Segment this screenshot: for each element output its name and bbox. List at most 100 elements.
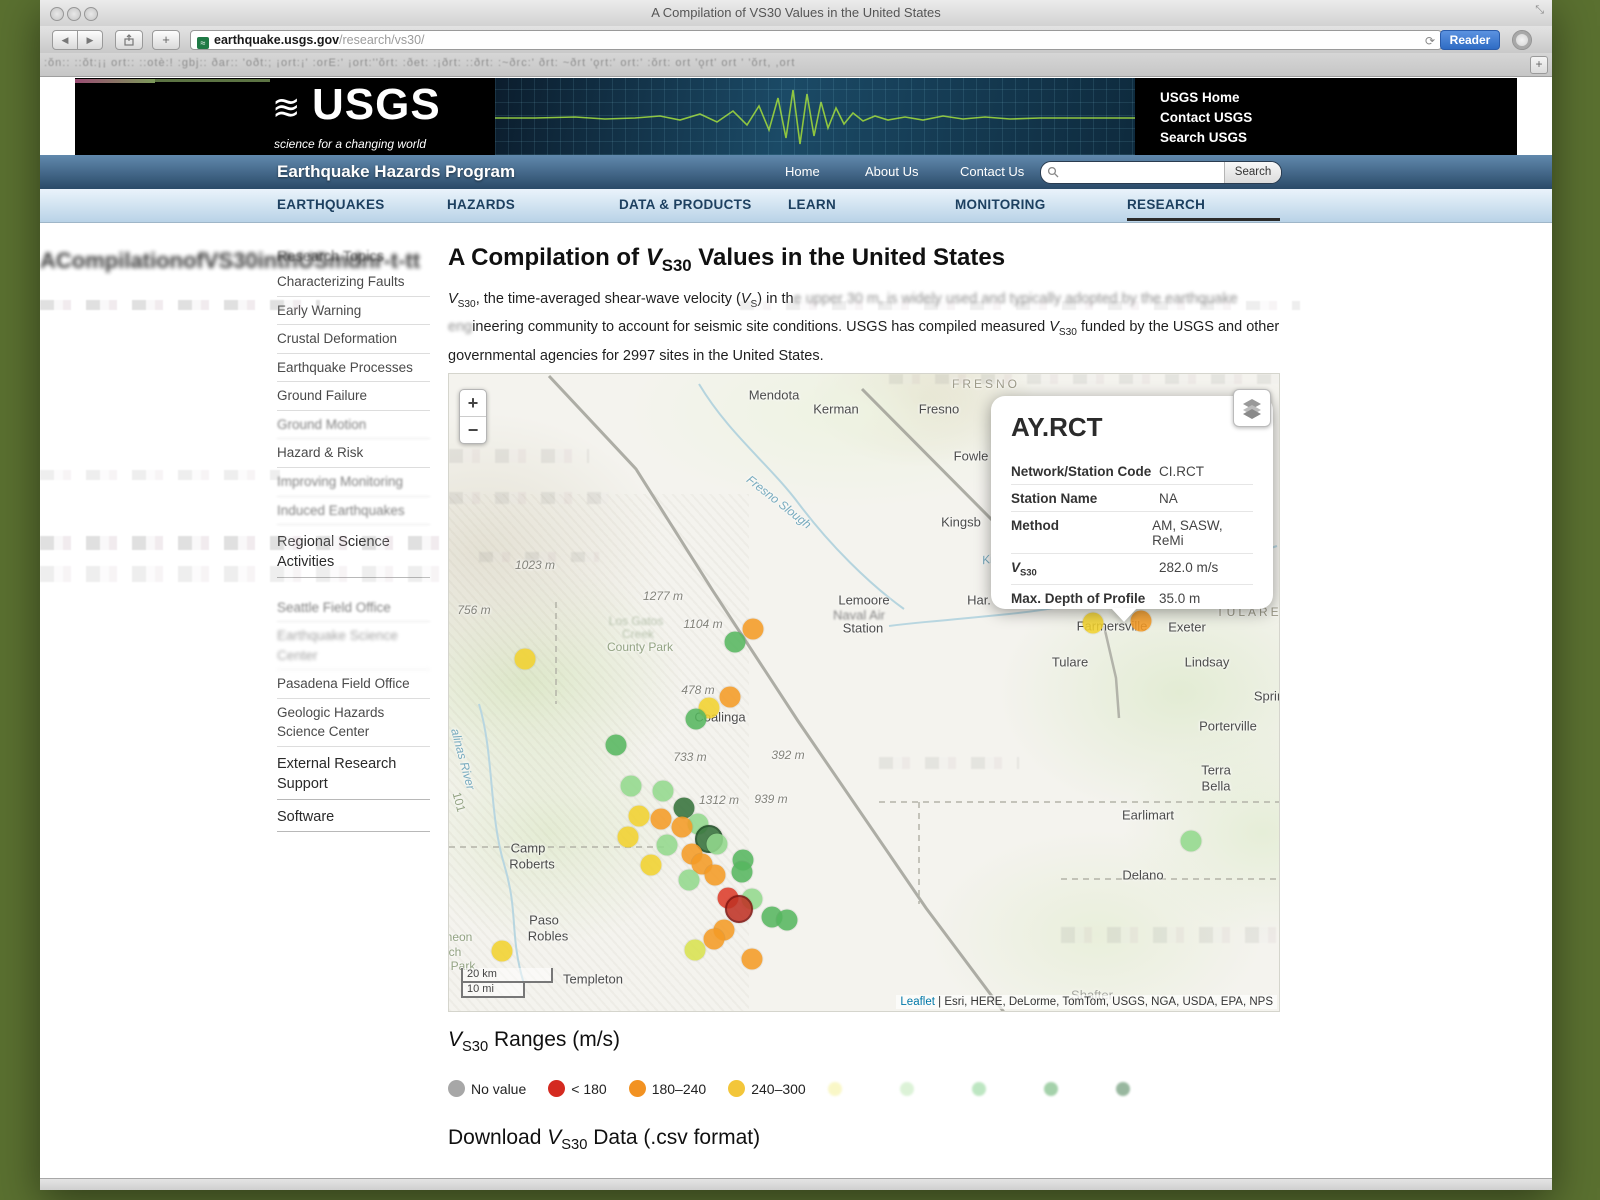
forward-button[interactable]: ▶: [78, 30, 103, 50]
site-favicon-icon: ≈: [197, 37, 209, 49]
station-marker[interactable]: [629, 806, 650, 827]
tab-data-products[interactable]: DATA & PRODUCTS: [619, 197, 752, 212]
usgs-header-link[interactable]: Contact USGS: [1160, 108, 1252, 128]
search-input[interactable]: [1041, 162, 1224, 183]
tab-learn[interactable]: LEARN: [788, 197, 836, 212]
map-label-ch: ch: [449, 945, 462, 959]
sidebar-item-early-warning[interactable]: Early Warning: [277, 297, 430, 326]
sidebar-item-earthquake-science-center[interactable]: Earthquake Science Center: [277, 622, 430, 670]
station-marker[interactable]: [686, 709, 707, 730]
zoom-in-button[interactable]: +: [460, 390, 486, 417]
station-marker[interactable]: [685, 940, 706, 961]
station-marker[interactable]: [657, 835, 678, 856]
sidebar-item-crustal-deformation[interactable]: Crustal Deformation: [277, 325, 430, 354]
station-marker[interactable]: [704, 929, 725, 950]
station-marker[interactable]: [618, 827, 639, 848]
legend-item: [828, 1082, 842, 1096]
tab-monitoring[interactable]: MONITORING: [955, 197, 1046, 212]
sidebar-spacer: [277, 578, 430, 594]
nav-link[interactable]: Home: [785, 164, 820, 179]
back-button[interactable]: ◀: [52, 30, 78, 50]
layers-control[interactable]: [1233, 389, 1271, 427]
downloads-button[interactable]: [1512, 30, 1532, 50]
station-marker[interactable]: [707, 834, 728, 855]
station-marker[interactable]: [725, 895, 753, 923]
legend-item: No value: [448, 1080, 526, 1097]
sidebar-item-geologic-hazards-science-center[interactable]: Geologic Hazards Science Center: [277, 699, 430, 747]
map-label-sprin: Sprin: [1254, 689, 1280, 704]
station-marker[interactable]: [679, 870, 700, 891]
map-label-1277-m: 1277 m: [643, 589, 683, 603]
popup-row: Max. Depth of Profile35.0 m: [1011, 585, 1253, 611]
vs30-notation: VS30: [448, 1028, 488, 1051]
map-label-fresno: Fresno: [919, 402, 959, 417]
map-zoom-control: + −: [459, 389, 487, 444]
station-marker[interactable]: [777, 910, 798, 931]
popup-row-value: AM, SASW, ReMi: [1152, 518, 1253, 548]
page-glitch: [40, 470, 280, 480]
add-bookmark-button[interactable]: +: [1530, 56, 1548, 74]
sidebar-item-earthquake-processes[interactable]: Earthquake Processes: [277, 354, 430, 383]
sidebar-item-induced-earthquakes[interactable]: Induced Earthquakes: [277, 497, 430, 526]
nav-link[interactable]: About Us: [865, 164, 918, 179]
zoom-out-button[interactable]: −: [460, 417, 486, 443]
station-marker[interactable]: [705, 865, 726, 886]
tab-earthquakes[interactable]: EARTHQUAKES: [277, 197, 385, 212]
station-marker[interactable]: [742, 949, 763, 970]
share-button[interactable]: [115, 30, 143, 50]
reader-button[interactable]: Reader: [1440, 30, 1500, 50]
station-marker[interactable]: [725, 632, 746, 653]
download-heading[interactable]: Download VS30 Data (.csv format): [448, 1126, 760, 1153]
popup-row: Station NameNA: [1011, 485, 1253, 512]
map[interactable]: MendotaKermanFresnoFRESNOFowleKingsbFres…: [448, 373, 1280, 1012]
station-marker[interactable]: [606, 735, 627, 756]
usgs-header-link[interactable]: Search USGS: [1160, 128, 1252, 148]
usgs-logo[interactable]: ≋ USGS science for a changing world: [270, 78, 495, 155]
map-label-1312-m: 1312 m: [699, 793, 739, 807]
legend-item: < 180: [548, 1080, 606, 1097]
sidebar-item-hazard-risk[interactable]: Hazard & Risk: [277, 439, 430, 468]
scale-km: 20 km: [461, 968, 553, 983]
tab-hazards[interactable]: HAZARDS: [447, 197, 515, 212]
station-marker[interactable]: [1083, 613, 1104, 634]
sidebar-item-software[interactable]: Software: [277, 800, 430, 832]
status-bar: [40, 1178, 1552, 1190]
sidebar-item-ground-motion[interactable]: Ground Motion: [277, 411, 430, 440]
map-label-kingsb: Kingsb: [941, 515, 981, 530]
new-tab-button[interactable]: +: [152, 30, 180, 50]
program-title[interactable]: Earthquake Hazards Program: [277, 162, 515, 182]
usgs-wave-icon: ≋: [272, 88, 301, 128]
leaflet-link[interactable]: Leaflet: [900, 996, 935, 1008]
sidebar-item-seattle-field-office[interactable]: Seattle Field Office: [277, 594, 430, 623]
station-marker[interactable]: [515, 649, 536, 670]
sidebar-item-ground-failure[interactable]: Ground Failure: [277, 382, 430, 411]
map-label-fresno: FRESNO: [952, 377, 1020, 391]
station-marker[interactable]: [641, 855, 662, 876]
station-marker[interactable]: [743, 619, 764, 640]
legend-dot: [828, 1082, 842, 1096]
station-marker[interactable]: [732, 862, 753, 883]
reload-icon[interactable]: ⟳: [1425, 32, 1435, 50]
station-marker[interactable]: [621, 776, 642, 797]
station-marker[interactable]: [720, 687, 741, 708]
url-field[interactable]: ≈earthquake.usgs.gov/research/vs30/ ⟳: [190, 30, 1442, 50]
usgs-header-link[interactable]: USGS Home: [1160, 88, 1252, 108]
station-marker[interactable]: [672, 817, 693, 838]
tab-research[interactable]: RESEARCH: [1127, 197, 1205, 212]
station-marker[interactable]: [1181, 831, 1202, 852]
resize-icon[interactable]: ⤡: [1535, 4, 1544, 17]
sidebar-item-pasadena-field-office[interactable]: Pasadena Field Office: [277, 670, 430, 699]
legend-dot: [448, 1080, 465, 1097]
sidebar-item-characterizing-faults[interactable]: Characterizing Faults: [277, 268, 430, 297]
map-label-los-gatos: Los Gatos: [609, 614, 664, 628]
sidebar-item-research-topics[interactable]: Research Topics: [277, 243, 430, 268]
sidebar-item-regional-science-activities[interactable]: Regional Science Activities: [277, 525, 430, 578]
nav-link[interactable]: Contact Us: [960, 164, 1024, 179]
sidebar-item-external-research-support[interactable]: External Research Support: [277, 747, 430, 800]
sidebar-item-improving-monitoring[interactable]: Improving Monitoring: [277, 468, 430, 497]
station-marker[interactable]: [653, 781, 674, 802]
station-marker[interactable]: [651, 809, 672, 830]
map-label-creek: Creek: [622, 627, 654, 641]
station-marker[interactable]: [492, 941, 513, 962]
search-button[interactable]: Search: [1224, 162, 1281, 183]
